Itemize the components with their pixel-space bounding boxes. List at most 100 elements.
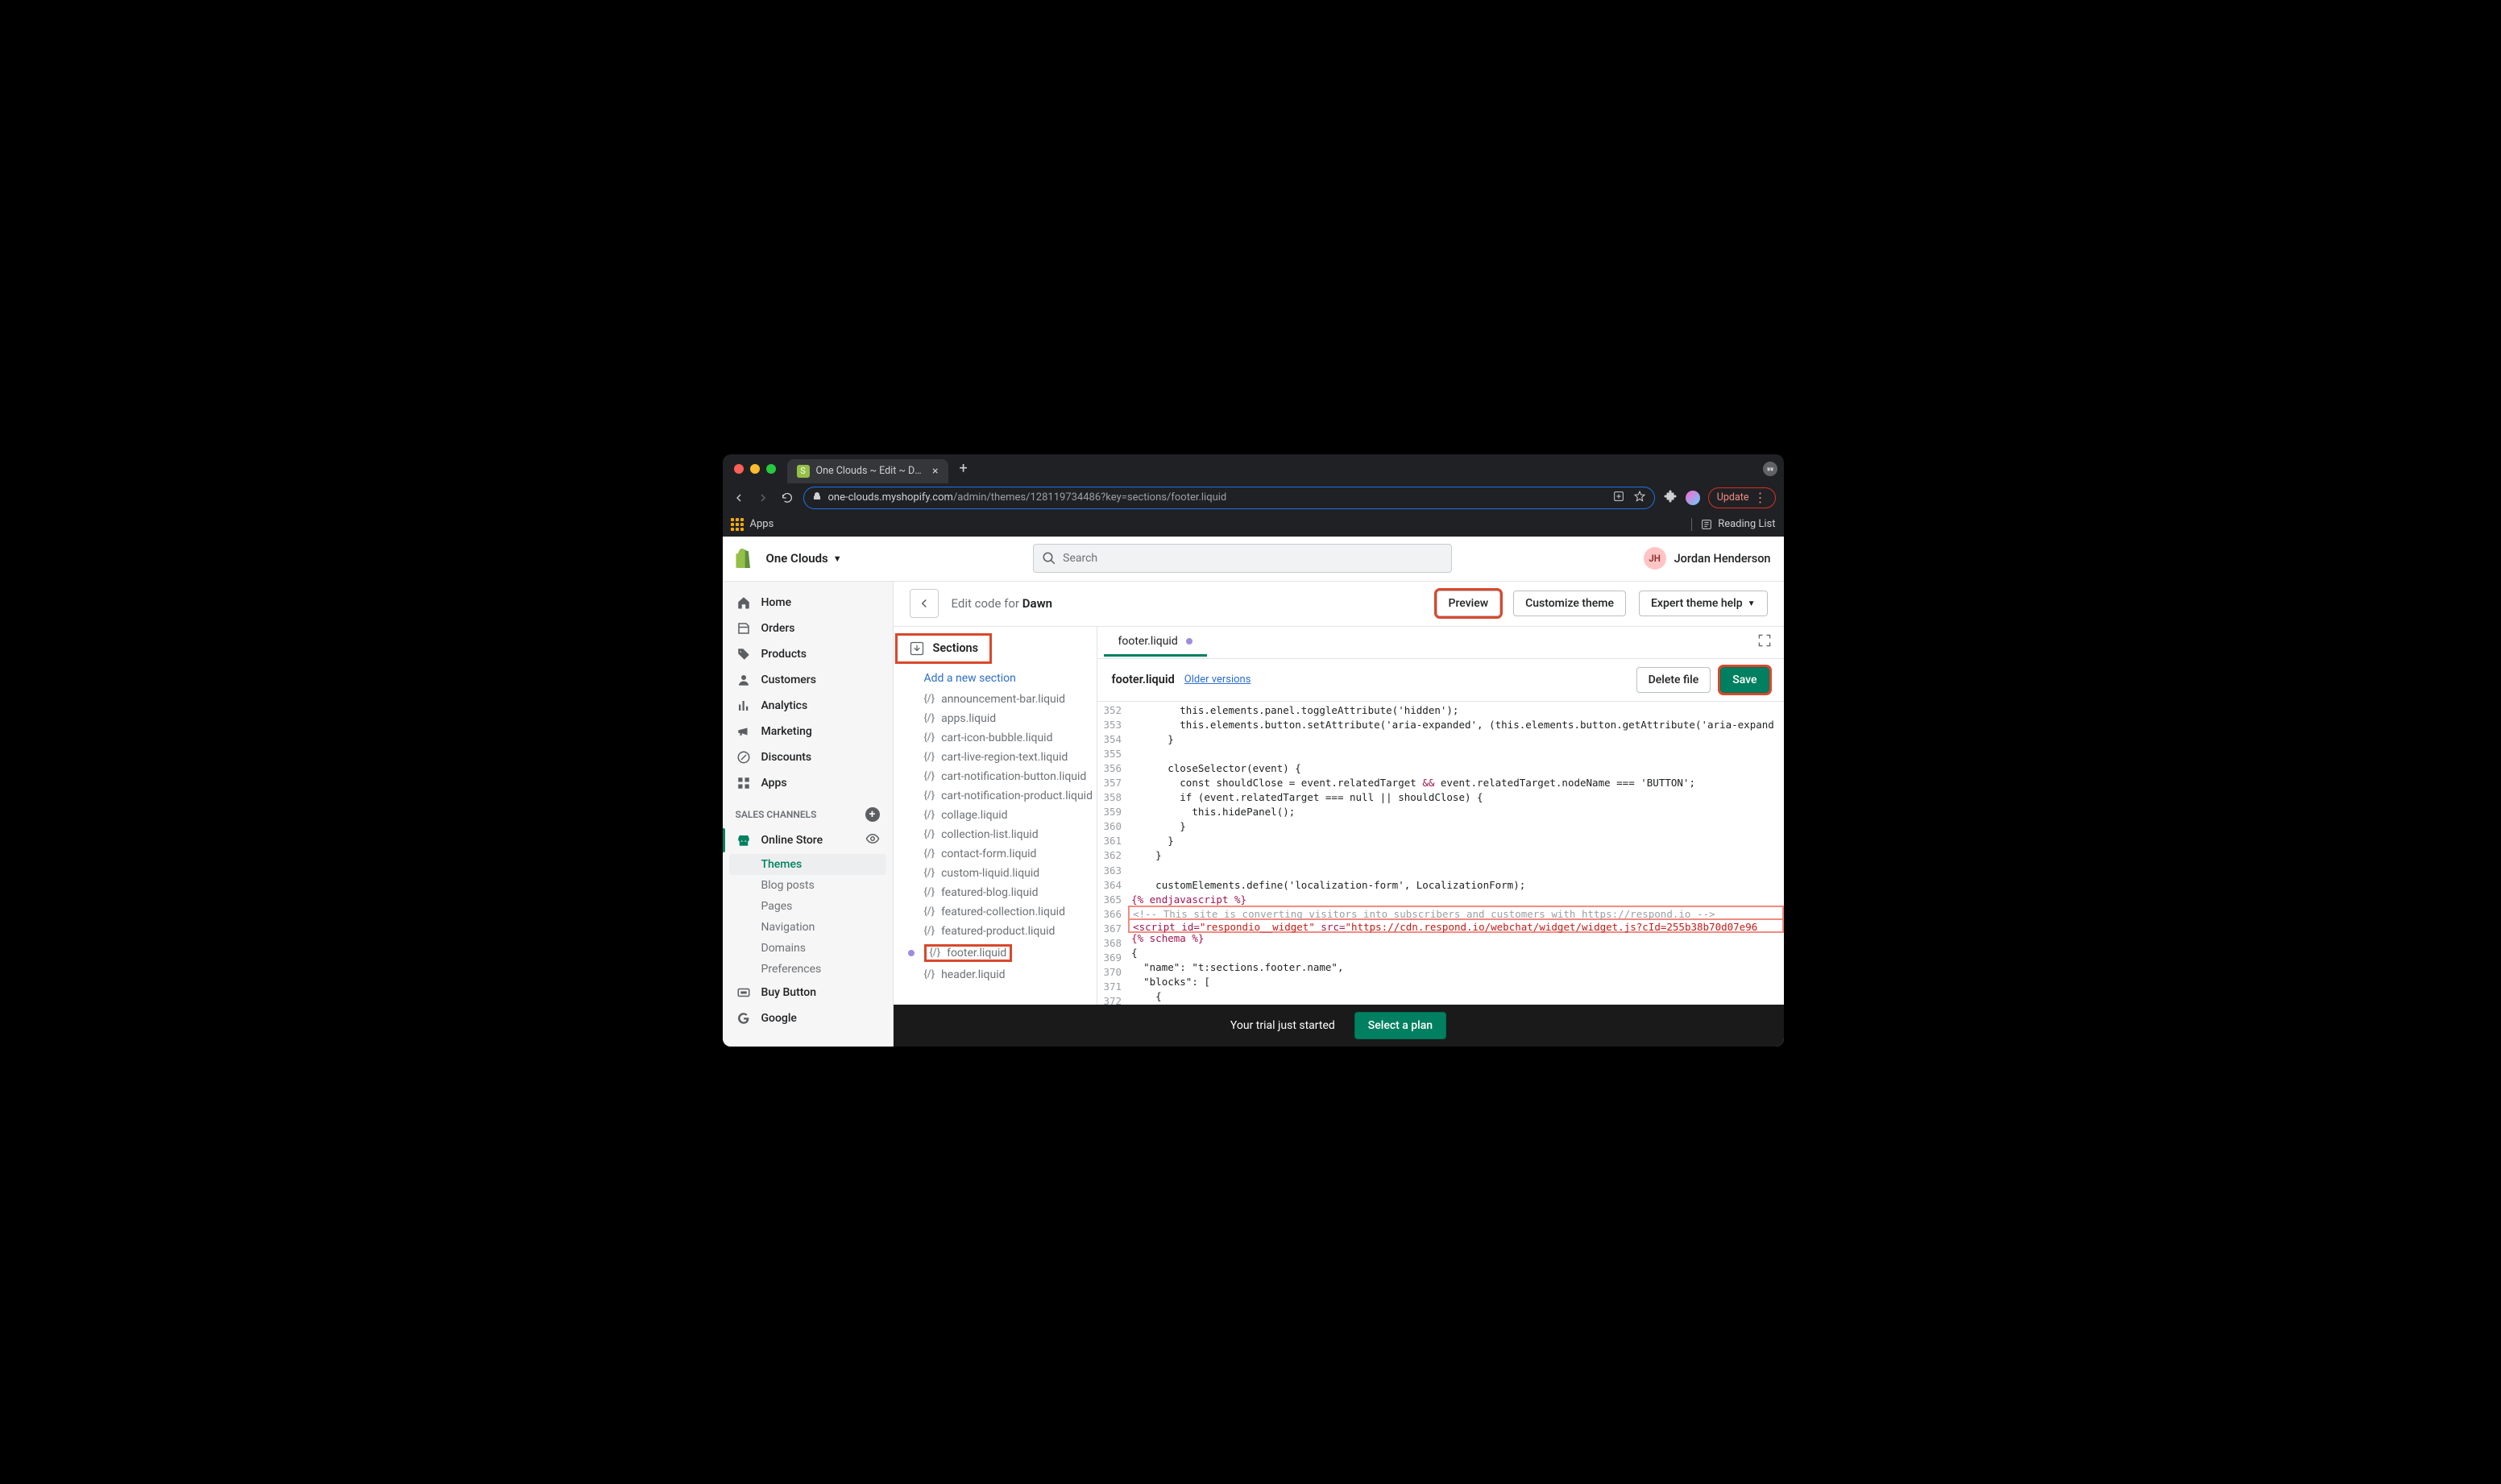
- add-channel-button[interactable]: +: [865, 807, 880, 822]
- reload-button[interactable]: [779, 490, 795, 506]
- update-button[interactable]: Update⋮: [1708, 487, 1776, 508]
- nav-buy-button[interactable]: Buy Button: [723, 980, 893, 1005]
- editor-tabs: footer.liquid: [1097, 627, 1784, 659]
- minimize-window-dot[interactable]: [750, 464, 760, 474]
- browser-toolbar: one-clouds.myshopify.com/admin/themes/12…: [723, 483, 1784, 512]
- file-custom-liquid-liquid[interactable]: {/}custom-liquid.liquid: [894, 864, 1097, 883]
- install-pwa-icon[interactable]: [1612, 490, 1625, 506]
- file-label: collection-list.liquid: [941, 828, 1039, 841]
- view-store-icon[interactable]: [865, 831, 880, 849]
- save-button[interactable]: Save: [1720, 667, 1769, 693]
- nav-sub-themes[interactable]: Themes: [729, 854, 886, 875]
- delete-file-button[interactable]: Delete file: [1636, 667, 1711, 693]
- file-collection-list-liquid[interactable]: {/}collection-list.liquid: [894, 825, 1097, 844]
- expert-help-button[interactable]: Expert theme help▼: [1639, 591, 1768, 616]
- nav-analytics[interactable]: Analytics: [723, 693, 893, 719]
- liquid-file-icon: {/}: [924, 790, 935, 802]
- modified-dot-icon: [1186, 638, 1192, 645]
- nav-home[interactable]: Home: [723, 590, 893, 616]
- file-label: cart-notification-button.liquid: [941, 770, 1086, 783]
- liquid-file-icon: {/}: [924, 867, 935, 879]
- nav-online-store[interactable]: Online Store: [723, 827, 893, 854]
- preview-button[interactable]: Preview: [1437, 591, 1501, 616]
- nav-orders[interactable]: Orders: [723, 616, 893, 641]
- omnibox[interactable]: one-clouds.myshopify.com/admin/themes/12…: [803, 487, 1655, 509]
- editor-tab-footer[interactable]: footer.liquid: [1104, 628, 1207, 657]
- file-header-liquid[interactable]: {/}header.liquid: [894, 965, 1097, 984]
- nav-marketing[interactable]: Marketing: [723, 719, 893, 744]
- back-to-themes-button[interactable]: [910, 589, 939, 618]
- back-button[interactable]: [731, 490, 747, 506]
- nav-products[interactable]: Products: [723, 641, 893, 667]
- nav-sub-preferences[interactable]: Preferences: [723, 959, 893, 980]
- file-featured-blog-liquid[interactable]: {/}featured-blog.liquid: [894, 883, 1097, 902]
- file-announcement-bar-liquid[interactable]: {/}announcement-bar.liquid: [894, 690, 1097, 709]
- browser-tab[interactable]: S One Clouds ~ Edit ~ Dawn ~ S… ×: [787, 459, 948, 483]
- file-cart-notification-button-liquid[interactable]: {/}cart-notification-button.liquid: [894, 767, 1097, 786]
- user-menu[interactable]: JH Jordan Henderson: [1644, 547, 1771, 570]
- bookmarks-bar: Apps Reading List: [723, 512, 1784, 537]
- nav-sub-navigation[interactable]: Navigation: [723, 917, 893, 938]
- file-label: cart-notification-product.liquid: [941, 790, 1093, 802]
- liquid-file-icon: {/}: [924, 925, 935, 937]
- new-tab-button[interactable]: +: [955, 460, 973, 477]
- customize-theme-button[interactable]: Customize theme: [1513, 591, 1626, 616]
- apps-bookmark[interactable]: Apps: [750, 518, 774, 530]
- bookmark-star-icon[interactable]: [1633, 490, 1646, 506]
- store-switcher[interactable]: One Clouds▼: [766, 551, 842, 566]
- profile-avatar-icon[interactable]: [1686, 491, 1700, 505]
- file-cart-icon-bubble-liquid[interactable]: {/}cart-icon-bubble.liquid: [894, 728, 1097, 748]
- nav-sub-pages[interactable]: Pages: [723, 896, 893, 917]
- home-icon: [736, 595, 752, 611]
- apps-grid-icon[interactable]: [731, 518, 744, 531]
- nav-customers[interactable]: Customers: [723, 667, 893, 693]
- reading-list-button[interactable]: Reading List: [1691, 518, 1775, 531]
- file-featured-product-liquid[interactable]: {/} featured-product.liquid: [894, 922, 1097, 941]
- nav-sub-domains[interactable]: Domains: [723, 938, 893, 959]
- shopify-favicon: S: [797, 465, 810, 478]
- download-box-icon: [909, 640, 925, 657]
- buy-button-icon: [736, 984, 752, 1001]
- add-section-link[interactable]: Add a new section: [894, 667, 1097, 690]
- file-label: featured-blog.liquid: [941, 886, 1038, 899]
- page-header: Edit code for Dawn Preview Customize the…: [894, 582, 1784, 627]
- nav-google[interactable]: Google: [723, 1005, 893, 1031]
- discount-icon: [736, 749, 752, 765]
- close-window-dot[interactable]: [734, 464, 744, 474]
- file-footer-liquid[interactable]: {/}footer.liquid: [894, 941, 1097, 965]
- trial-message: Your trial just started: [1230, 1019, 1335, 1032]
- older-versions-link[interactable]: Older versions: [1184, 674, 1251, 686]
- file-label: featured-collection.liquid: [941, 906, 1065, 918]
- file-contact-form-liquid[interactable]: {/}contact-form.liquid: [894, 844, 1097, 864]
- nav-discounts[interactable]: Discounts: [723, 744, 893, 770]
- forward-button[interactable]: [755, 490, 771, 506]
- fullscreen-window-dot[interactable]: [766, 464, 776, 474]
- tree-section-sections[interactable]: Sections: [898, 636, 990, 661]
- user-avatar: JH: [1644, 547, 1666, 570]
- nav-sub-blog[interactable]: Blog posts: [723, 875, 893, 896]
- kebab-menu-icon[interactable]: ⋮: [1754, 491, 1767, 504]
- file-label: featured-product.liquid: [941, 925, 1055, 938]
- select-plan-button[interactable]: Select a plan: [1354, 1012, 1446, 1039]
- fullscreen-icon[interactable]: [1752, 628, 1777, 657]
- file-featured-collection-liquid[interactable]: {/}featured-collection.liquid: [894, 902, 1097, 922]
- file-cart-live-region-text-liquid[interactable]: {/}cart-live-region-text.liquid: [894, 748, 1097, 767]
- global-search[interactable]: Search: [1033, 544, 1452, 573]
- file-collage-liquid[interactable]: {/}collage.liquid: [894, 806, 1097, 825]
- code-view[interactable]: 3523533543553563573583593603613623633643…: [1097, 702, 1784, 1005]
- tab-close-icon[interactable]: ×: [932, 465, 938, 478]
- file-apps-liquid[interactable]: {/}apps.liquid: [894, 709, 1097, 728]
- file-cart-notification-product-liquid[interactable]: {/} cart-notification-product.liquid: [894, 786, 1097, 806]
- nav-apps[interactable]: Apps: [723, 770, 893, 796]
- tab-title: One Clouds ~ Edit ~ Dawn ~ S…: [816, 465, 927, 477]
- liquid-file-icon: {/}: [924, 751, 935, 763]
- page-title: Edit code for Dawn: [952, 596, 1053, 611]
- macos-traffic-lights[interactable]: [729, 464, 781, 474]
- apps-icon: [736, 775, 752, 791]
- file-label: apps.liquid: [941, 712, 996, 725]
- liquid-file-icon: {/}: [924, 809, 935, 821]
- file-label: announcement-bar.liquid: [941, 693, 1065, 706]
- browser-window: S One Clouds ~ Edit ~ Dawn ~ S… × + one-…: [723, 454, 1784, 1047]
- caret-down-icon: ▼: [1748, 599, 1756, 608]
- extensions-icon[interactable]: [1663, 489, 1678, 507]
